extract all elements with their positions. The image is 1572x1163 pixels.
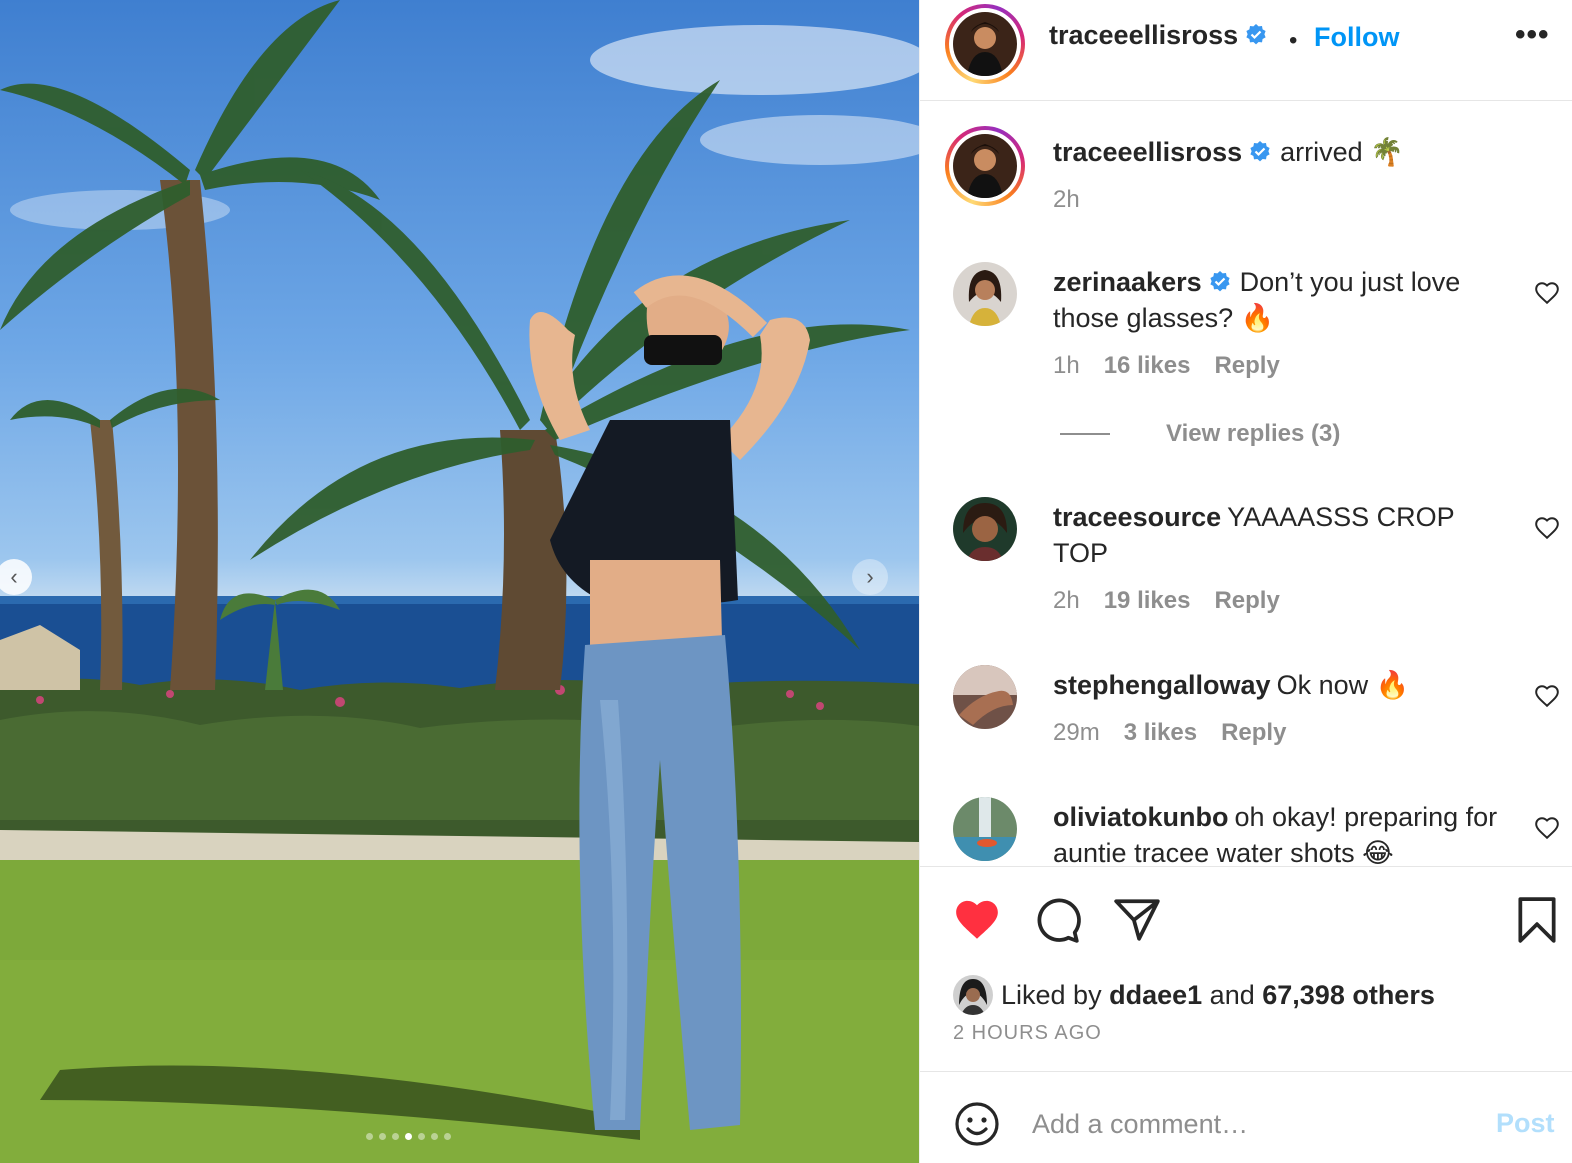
liker-avatar-image (953, 975, 993, 1015)
post-actions: Liked by ddaee1 and 67,398 others 2 HOUR… (920, 866, 1572, 1071)
follow-button[interactable]: Follow (1314, 22, 1399, 53)
post-timestamp[interactable]: 2 HOURS AGO (953, 1022, 1102, 1045)
carousel-dot (405, 1133, 412, 1140)
chevron-left-icon: ‹ (10, 564, 18, 589)
post-photo[interactable]: ‹ › (0, 0, 919, 1163)
commenter-avatar[interactable] (953, 797, 1017, 861)
more-options-icon[interactable]: ••• (1515, 18, 1550, 52)
carousel-indicator (366, 1133, 451, 1140)
paper-plane-icon[interactable] (1112, 895, 1162, 945)
caption-time: 2h (1053, 186, 1080, 213)
replies-divider (1060, 433, 1110, 435)
header-separator: • (1289, 27, 1298, 54)
commenter-avatar-image (953, 497, 1017, 561)
next-photo-button[interactable]: › (852, 559, 888, 595)
commenter-avatar[interactable] (953, 497, 1017, 561)
speech-bubble-icon[interactable] (1032, 895, 1082, 945)
comment-username[interactable]: traceesource (1053, 502, 1221, 532)
carousel-dot (392, 1133, 399, 1140)
caption-avatar-image (953, 134, 1017, 198)
like-comment-heart-icon[interactable] (1534, 515, 1560, 541)
commenter-avatar-image (953, 797, 1017, 861)
commenter-avatar-image (953, 665, 1017, 729)
smiley-icon[interactable] (953, 1100, 1001, 1148)
commenter-avatar-image (953, 262, 1017, 326)
post-comment-button[interactable]: Post (1496, 1108, 1555, 1139)
post-header: traceeellisross • Follow ••• (920, 0, 1572, 101)
comment-text: Ok now 🔥 (1276, 670, 1410, 700)
comment-username[interactable]: stephengalloway (1053, 670, 1271, 700)
chevron-right-icon: › (866, 564, 874, 589)
comment-input[interactable] (1032, 1102, 1472, 1146)
author-username[interactable]: traceeellisross (1049, 20, 1238, 50)
like-comment-heart-icon[interactable] (1534, 280, 1560, 306)
heart-filled-icon[interactable] (952, 895, 1002, 945)
comment-time: 2h (1053, 587, 1080, 614)
caption-avatar[interactable] (945, 126, 1025, 206)
liked-by-and: and (1209, 979, 1255, 1010)
carousel-dot (379, 1133, 386, 1140)
verified-badge-icon (1250, 141, 1270, 162)
likes-summary[interactable]: Liked by ddaee1 and 67,398 others (953, 975, 1435, 1015)
carousel-dot (444, 1133, 451, 1140)
view-replies-label: View replies (3) (1166, 420, 1341, 447)
verified-badge-icon (1210, 271, 1230, 292)
comment-time: 29m (1053, 719, 1100, 746)
liked-by-others[interactable]: 67,398 others (1262, 980, 1435, 1011)
caption-username[interactable]: traceeellisross (1053, 137, 1242, 167)
comment-username[interactable]: zerinaakers (1053, 267, 1202, 297)
verified-badge-icon (1246, 24, 1266, 45)
author-avatar[interactable] (945, 4, 1025, 84)
commenter-avatar[interactable] (953, 665, 1017, 729)
comment-username[interactable]: oliviatokunbo (1053, 802, 1229, 832)
comment-likes[interactable]: 3 likes (1124, 719, 1197, 747)
bookmark-icon[interactable] (1512, 895, 1562, 945)
liked-by-prefix: Liked by (1001, 979, 1102, 1010)
comment-composer: Post (920, 1071, 1572, 1163)
comment-time: 1h (1053, 352, 1080, 379)
comment-likes[interactable]: 19 likes (1104, 587, 1191, 615)
like-comment-heart-icon[interactable] (1534, 683, 1560, 709)
comment-likes[interactable]: 16 likes (1104, 352, 1191, 380)
author-avatar-image (953, 12, 1017, 76)
liked-by-user[interactable]: ddaee1 (1109, 980, 1202, 1011)
reply-button[interactable]: Reply (1214, 587, 1279, 615)
carousel-dot (418, 1133, 425, 1140)
view-replies-button[interactable]: View replies (3) (1060, 420, 1340, 448)
caption-text: arrived 🌴 (1280, 137, 1404, 167)
commenter-avatar[interactable] (953, 262, 1017, 326)
liker-avatar[interactable] (953, 975, 993, 1015)
reply-button[interactable]: Reply (1214, 352, 1279, 380)
carousel-dot (431, 1133, 438, 1140)
like-comment-heart-icon[interactable] (1534, 815, 1560, 841)
carousel-dot (366, 1133, 373, 1140)
reply-button[interactable]: Reply (1221, 719, 1286, 747)
comments-list[interactable]: traceeellisross arrived 🌴 2h zerinaakers… (920, 102, 1572, 866)
post-side-panel: traceeellisross • Follow ••• traceeellis… (919, 0, 1572, 1163)
photo-scene (0, 0, 919, 1163)
